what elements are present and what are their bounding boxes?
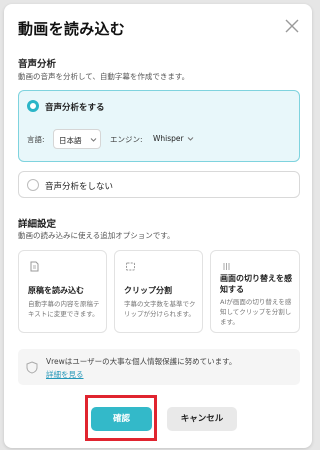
scene-icon	[223, 263, 230, 270]
load-script-title: 原稿を読み込む	[28, 286, 84, 295]
speech-analysis-off-option[interactable]: 音声分析をしない	[18, 171, 300, 198]
chevron-down-icon	[90, 138, 97, 142]
clip-split-card[interactable]: クリップ分割 字幕の文字数を基準でクリップが分けられます。	[114, 250, 203, 333]
privacy-notice: Vrewはユーザーの大事な個人情報保護に努めています。 詳細を見る	[18, 349, 300, 385]
radio-unselected[interactable]	[27, 179, 39, 191]
speech-analysis-on-option[interactable]: 音声分析をする 言語: 日本語 エンジン: Whisper	[18, 90, 300, 162]
cancel-button[interactable]: キャンセル	[167, 407, 237, 431]
details-title: 詳細設定	[18, 219, 57, 230]
confirm-button[interactable]: 確認	[91, 407, 152, 431]
clip-split-description: 字幕の文字数を基準でクリップが分けられます。	[124, 300, 196, 318]
clip-split-title: クリップ分割	[124, 286, 172, 295]
speech-analysis-title: 音声分析	[18, 59, 57, 70]
load-script-description: 自動字幕の内容を原稿テキストに変更できます。	[28, 300, 100, 318]
scene-detect-description: AIが画面の切り替えを感知してクリップを分割します。	[220, 298, 292, 326]
load-script-card[interactable]: 原稿を読み込む 自動字幕の内容を原稿テキストに変更できます。	[18, 250, 107, 333]
document-icon	[30, 261, 39, 272]
speech-settings-row: 言語: 日本語 エンジン: Whisper	[27, 129, 287, 149]
chevron-down-icon	[187, 137, 194, 141]
speech-analysis-on-label: 音声分析をする	[45, 103, 105, 113]
privacy-details-link[interactable]: 詳細を見る	[46, 369, 84, 380]
engine-value: Whisper	[153, 134, 184, 143]
speech-analysis-description: 動画の音声を分析して、自動字幕を作成できます。	[18, 72, 190, 81]
language-value: 日本語	[59, 136, 82, 145]
engine-label: エンジン:	[110, 135, 143, 144]
speech-analysis-off-label: 音声分析をしない	[45, 182, 114, 192]
shield-icon	[26, 361, 38, 374]
close-icon[interactable]	[282, 16, 302, 36]
details-description: 動画の読み込みに使える追加オプションです。	[18, 231, 175, 240]
privacy-text: Vrewはユーザーの大事な個人情報保護に努めています。	[46, 357, 237, 366]
dialog-title: 動画を読み込む	[18, 20, 126, 38]
radio-selected[interactable]	[27, 100, 39, 112]
scene-detect-card[interactable]: 画面の切り替えを感知する AIが画面の切り替えを感知してクリップを分割します。	[210, 250, 300, 333]
split-icon	[126, 262, 135, 271]
import-video-dialog: 動画を読み込む 音声分析 動画の音声を分析して、自動字幕を作成できます。 音声分…	[4, 4, 312, 448]
language-label: 言語:	[27, 135, 45, 144]
scene-detect-title: 画面の切り替えを感知する	[220, 274, 292, 294]
engine-select[interactable]: Whisper	[153, 129, 201, 149]
language-select[interactable]: 日本語	[53, 129, 101, 149]
